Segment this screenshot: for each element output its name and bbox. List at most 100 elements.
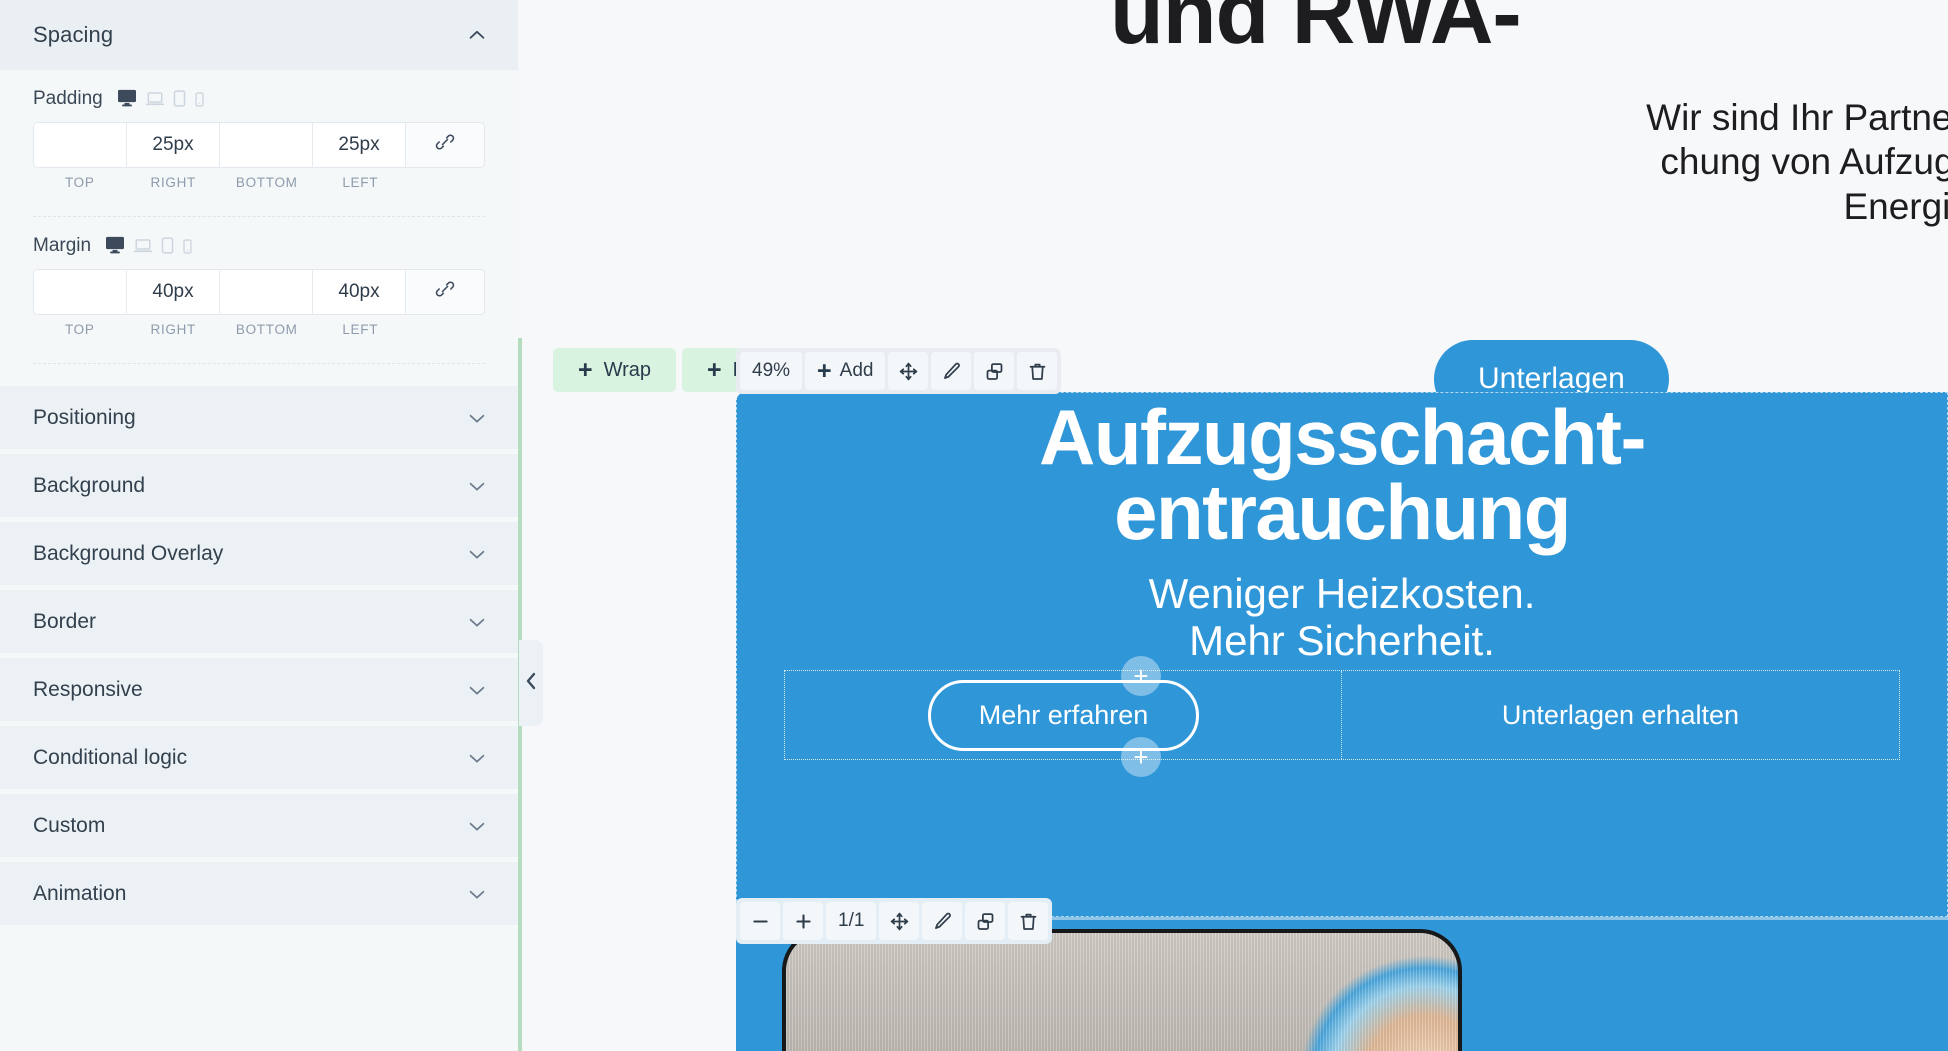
chevron-down-icon <box>466 611 488 633</box>
duplicate-element-button[interactable] <box>974 352 1015 390</box>
laptop-icon[interactable] <box>145 91 164 107</box>
chevron-down-icon <box>466 407 488 429</box>
hero-subtitle-line-1: Weniger Heizkosten. <box>1148 570 1536 617</box>
accordion-label: Conditional logic <box>33 745 188 769</box>
hero-subtitle-line-2: Mehr Sicherheit. <box>1189 617 1495 665</box>
settings-accordion: Positioning Background Background Overla… <box>0 386 518 925</box>
hero-secondary-button[interactable]: Unterlagen erhalten <box>1502 700 1739 731</box>
plus-icon: + <box>707 355 722 384</box>
margin-left-input[interactable]: 40px <box>313 270 406 314</box>
accordion-item-responsive[interactable]: Responsive <box>0 658 518 721</box>
padding-inputs: 25px 25px <box>33 122 485 168</box>
delete-trash-icon <box>1018 911 1039 932</box>
padding-left-label: LEFT <box>342 175 379 190</box>
column-count-label: 1/1 <box>838 910 865 931</box>
accordion-item-background-overlay[interactable]: Background Overlay <box>0 522 518 585</box>
padding-input-labels: TOP RIGHT BOTTOM LEFT <box>33 175 485 190</box>
desktop-icon[interactable] <box>117 89 137 107</box>
app-root: und RWA- Wir sind Ihr Partner für energi… <box>0 0 1948 1051</box>
panel-collapse-handle[interactable] <box>519 640 543 726</box>
accordion-divider <box>33 363 485 364</box>
accordion-item-positioning[interactable]: Positioning <box>0 386 518 449</box>
add-wrap-button[interactable]: + Wrap <box>553 348 677 392</box>
margin-right-label: RIGHT <box>150 322 196 337</box>
add-element-label: Add <box>839 360 874 381</box>
margin-label: Margin <box>33 235 92 256</box>
chevron-down-icon <box>466 747 488 769</box>
duplicate-image-button[interactable] <box>965 902 1006 940</box>
margin-bottom-input[interactable] <box>220 270 313 314</box>
width-percent-label: 49% <box>752 360 791 381</box>
margin-input-labels: TOP RIGHT BOTTOM LEFT <box>33 322 485 337</box>
padding-top-input[interactable] <box>34 123 127 167</box>
margin-label-row: Margin <box>33 235 485 257</box>
accordion-item-border[interactable]: Border <box>0 590 518 653</box>
chevron-down-icon <box>466 475 488 497</box>
move-icon <box>889 911 910 932</box>
delete-image-button[interactable] <box>1008 902 1049 940</box>
edit-image-button[interactable] <box>922 902 963 940</box>
chevron-up-icon[interactable] <box>466 24 488 46</box>
page-background-heading: und RWA- <box>1110 0 1522 62</box>
margin-right-input[interactable]: 40px <box>127 270 220 314</box>
plus-icon: + <box>1133 661 1149 691</box>
column-count-button[interactable]: 1/1 <box>826 902 877 940</box>
padding-right-input[interactable]: 25px <box>127 123 220 167</box>
hero-subtitle: Weniger Heizkosten. Mehr Sicherheit. <box>736 570 1948 665</box>
padding-label-row: Padding <box>33 88 485 110</box>
add-handle-below[interactable]: + <box>1121 737 1161 777</box>
add-element-button[interactable]: + Add <box>805 352 886 390</box>
accordion-item-animation[interactable]: Animation <box>0 862 518 925</box>
padding-link-values-button[interactable] <box>406 123 484 167</box>
move-image-button[interactable] <box>879 902 920 940</box>
accordion-item-background[interactable]: Background <box>0 454 518 517</box>
increase-columns-button[interactable] <box>783 902 823 940</box>
move-icon <box>898 361 919 382</box>
paragraph-line-1: Wir sind Ihr Partner für energie <box>1646 97 1948 138</box>
margin-label-spacer <box>407 322 485 337</box>
paragraph-line-2: chung von Aufzugsschächten. <box>1660 141 1948 183</box>
spacing-panel-header[interactable]: Spacing <box>0 0 518 70</box>
laptop-icon[interactable] <box>134 238 153 254</box>
hero-cta-column-primary: Mehr erfahren <box>785 671 1342 759</box>
add-wrap-label: Wrap <box>603 358 652 381</box>
edit-pencil-icon <box>932 911 953 932</box>
padding-left-input[interactable]: 25px <box>313 123 406 167</box>
padding-bottom-input[interactable] <box>220 123 313 167</box>
margin-left-label: LEFT <box>342 322 379 337</box>
margin-link-values-button[interactable] <box>406 270 484 314</box>
padding-top-label: TOP <box>64 175 95 190</box>
padding-right-label: RIGHT <box>150 175 196 190</box>
elevator-panel-photo: 1 | <box>782 929 1462 1051</box>
decrease-columns-button[interactable] <box>740 902 780 940</box>
margin-device-switcher <box>105 236 192 256</box>
hero-cta-column-secondary: Unterlagen erhalten <box>1342 671 1899 759</box>
minus-icon <box>750 911 771 932</box>
padding-label-spacer <box>407 175 485 190</box>
floor-separator-label: | <box>936 1045 956 1051</box>
delete-element-button[interactable] <box>1017 352 1058 390</box>
margin-top-input[interactable] <box>34 270 127 314</box>
hero-primary-button[interactable]: Mehr erfahren <box>927 679 1200 751</box>
tablet-icon[interactable] <box>161 237 174 254</box>
mobile-icon[interactable] <box>183 239 192 254</box>
floor-number-label: 1 <box>842 1041 893 1051</box>
hero-heading: Aufzugsschacht- entrauchung <box>736 398 1948 556</box>
accordion-item-conditional-logic[interactable]: Conditional logic <box>0 726 518 789</box>
edit-element-button[interactable] <box>931 352 972 390</box>
mobile-icon[interactable] <box>195 92 204 107</box>
move-element-button[interactable] <box>888 352 929 390</box>
accordion-label: Border <box>33 609 97 633</box>
add-handle-above[interactable]: + <box>1121 656 1161 696</box>
tablet-icon[interactable] <box>173 90 186 107</box>
duplicate-icon <box>975 911 996 932</box>
accordion-label: Background <box>33 473 146 497</box>
padding-device-switcher <box>117 89 204 109</box>
paragraph-line-3: Energiekosten und <box>1843 185 1948 227</box>
width-percent-button[interactable]: 49% <box>740 352 803 390</box>
hero-section[interactable]: Aufzugsschacht- entrauchung Weniger Heiz… <box>736 392 1948 917</box>
margin-top-label: TOP <box>64 322 95 337</box>
desktop-icon[interactable] <box>105 236 125 254</box>
hero-heading-line-2: entrauchung <box>1114 467 1571 556</box>
accordion-item-custom[interactable]: Custom <box>0 794 518 857</box>
